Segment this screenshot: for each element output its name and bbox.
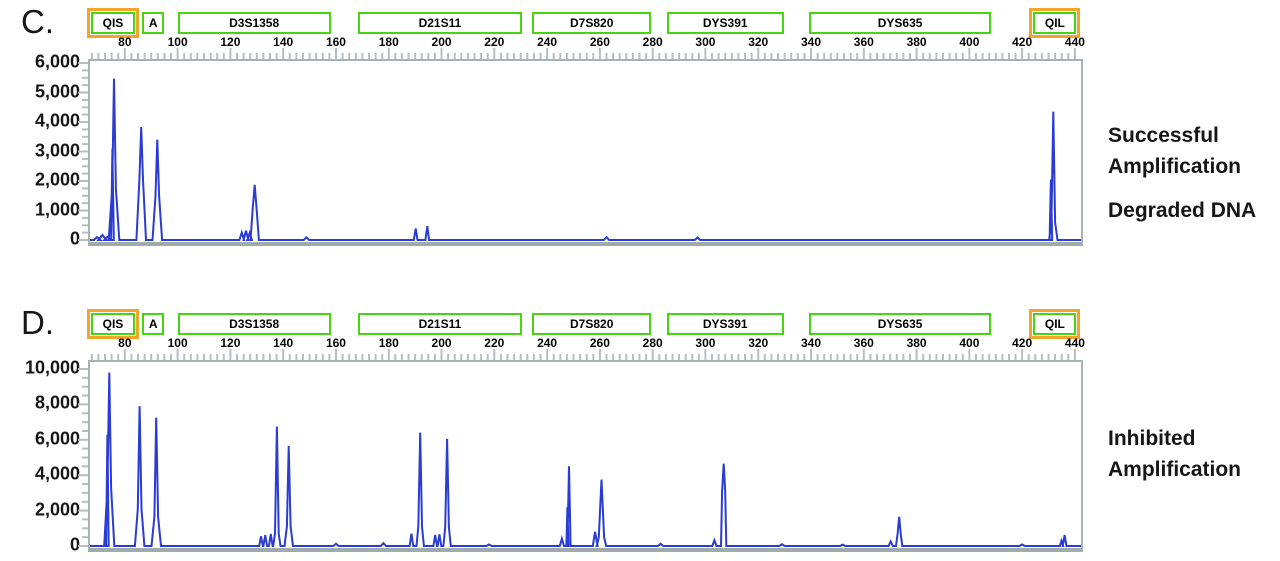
y-tick-label: 6,000 (0, 51, 80, 72)
x-axis-ticks (90, 347, 1081, 360)
y-tick-label: 0 (0, 228, 80, 249)
y-tick-label: 4,000 (0, 464, 80, 485)
annotation-d: Inhibited Amplification (1108, 423, 1280, 498)
marker-box-qil: QIL (1033, 313, 1076, 335)
dna-trace (90, 61, 1081, 242)
annotation-text: Inhibited Amplification (1108, 423, 1280, 485)
y-tick-label: 8,000 (0, 393, 80, 414)
marker-box-d3s1358: D3S1358 (178, 12, 331, 34)
dna-trace (90, 362, 1081, 548)
y-tick-label: 6,000 (0, 428, 80, 449)
marker-box-qis: QIS (91, 12, 136, 34)
annotation-text: Successful Amplification (1108, 120, 1280, 182)
panel-c-label: C. (21, 3, 54, 41)
y-tick-label: 10,000 (0, 357, 80, 378)
marker-box-a: A (142, 313, 164, 335)
marker-box-d21s11: D21S11 (358, 12, 522, 34)
x-axis-ticks (90, 46, 1081, 59)
marker-box-d21s11: D21S11 (358, 313, 522, 335)
y-tick-label: 1,000 (0, 199, 80, 220)
y-tick-label: 5,000 (0, 81, 80, 102)
marker-box-qis: QIS (91, 313, 136, 335)
y-tick-label: 3,000 (0, 140, 80, 161)
y-tick-label: 2,000 (0, 169, 80, 190)
y-tick-label: 0 (0, 534, 80, 555)
electropherogram-plot-d (88, 360, 1083, 552)
annotation-text: Degraded DNA (1108, 195, 1280, 226)
marker-box-dys391: DYS391 (667, 313, 784, 335)
marker-box-d7s820: D7S820 (532, 12, 651, 34)
marker-box-dys635: DYS635 (809, 12, 991, 34)
marker-box-dys635: DYS635 (809, 313, 991, 335)
y-axis-ticks (77, 362, 88, 548)
y-axis-ticks (77, 61, 88, 242)
marker-box-d7s820: D7S820 (532, 313, 651, 335)
annotation-c: Successful Amplification Degraded DNA (1108, 120, 1280, 239)
marker-box-dys391: DYS391 (667, 12, 784, 34)
marker-box-qil: QIL (1033, 12, 1076, 34)
y-tick-label: 2,000 (0, 499, 80, 520)
marker-box-d3s1358: D3S1358 (178, 313, 331, 335)
marker-box-a: A (142, 12, 164, 34)
electropherogram-plot-c (88, 59, 1083, 246)
y-tick-label: 4,000 (0, 110, 80, 131)
panel-d-label: D. (21, 304, 54, 342)
